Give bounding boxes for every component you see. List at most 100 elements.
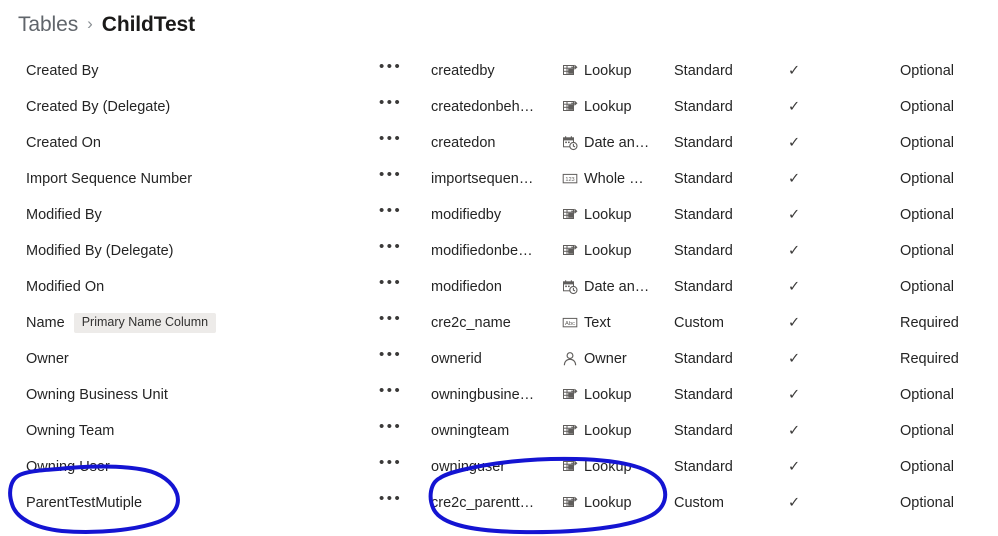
table-row[interactable]: ParentTestMutiple ••• cre2c_parentt… Lookup… [0,485,998,521]
cell-searchable-checkmark: ✓ [788,459,801,475]
svg-text:123: 123 [565,177,574,183]
row-more-actions-button[interactable]: ••• [379,419,400,439]
lookup-icon [562,243,578,259]
data-type-label: Lookup [584,207,632,223]
row-more-actions-button[interactable]: ••• [379,203,400,223]
column-display-name[interactable]: Owning User [26,459,110,475]
table-row[interactable]: Modified On ••• modifiedon Date an… Standard… [0,269,998,305]
column-display-name[interactable]: ParentTestMutiple [26,495,142,511]
cell-data-type: Lookup [562,495,632,511]
table-row[interactable]: Created By (Delegate) ••• createdonbeh… Loo… [0,89,998,125]
lookup-icon [562,459,578,475]
data-type-label: Lookup [584,423,632,439]
table-row[interactable]: Modified By (Delegate) ••• modifiedonbe… Lo… [0,233,998,269]
cell-data-type: Lookup [562,387,632,403]
cell-searchable-checkmark: ✓ [788,135,801,151]
cell-logical-name: modifiedby [431,207,502,223]
data-type-label: Text [584,315,611,331]
row-more-actions-button[interactable]: ••• [379,347,400,367]
cell-data-type: Owner [562,351,627,367]
table-columns-page: Tables › ChildTest Created By ••• createdb… [0,0,998,536]
row-more-actions-button[interactable]: ••• [379,491,400,511]
table-row[interactable]: Created By ••• createdby Lookup Standard ✓ Opt… [0,53,998,89]
cell-data-type: Lookup [562,243,632,259]
cell-requirement: Optional [900,99,955,115]
table-row[interactable]: Name Primary Name Column ••• cre2c_name Abc T… [0,305,998,341]
cell-display-name: Owning User [26,459,110,475]
column-display-name[interactable]: Owner [26,351,69,367]
cell-data-type: Lookup [562,423,632,439]
svg-text:Abc: Abc [565,321,575,327]
cell-searchable-checkmark: ✓ [788,315,801,331]
row-more-actions-button[interactable]: ••• [379,95,400,115]
cell-requirement: Optional [900,135,955,151]
table-row[interactable]: Import Sequence Number ••• importsequen… 12… [0,161,998,197]
breadcrumb-link-tables[interactable]: Tables [18,13,78,37]
row-more-actions-button[interactable]: ••• [379,131,400,151]
data-type-label: Lookup [584,63,632,79]
cell-data-type: Date an… [562,135,649,151]
column-display-name[interactable]: Modified On [26,279,104,295]
data-type-label: Lookup [584,243,632,259]
column-display-name[interactable]: Created By [26,63,99,79]
data-type-label: Owner [584,351,627,367]
cell-searchable-checkmark: ✓ [788,63,801,79]
cell-logical-name: owningteam [431,423,510,439]
cell-requirement: Required [900,315,959,331]
more-icon: ••• [379,130,403,147]
row-more-actions-button[interactable]: ••• [379,383,400,403]
table-row[interactable]: Modified By ••• modifiedby Lookup Standard ✓ O… [0,197,998,233]
cell-customization: Standard [674,351,733,367]
cell-data-type: Date an… [562,279,649,295]
table-row[interactable]: Owning Team ••• owningteam Lookup Standard ✓ O… [0,413,998,449]
cell-requirement: Optional [900,495,955,511]
row-more-actions-button[interactable]: ••• [379,455,400,475]
column-display-name[interactable]: Name [26,315,65,331]
cell-display-name: Modified By [26,207,102,223]
cell-display-name: Modified By (Delegate) [26,243,174,259]
column-display-name[interactable]: Owning Team [26,423,114,439]
column-display-name[interactable]: Import Sequence Number [26,171,192,187]
cell-requirement: Optional [900,459,955,475]
cell-customization: Custom [674,315,724,331]
lookup-icon [562,495,578,511]
column-display-name[interactable]: Modified By [26,207,102,223]
row-more-actions-button[interactable]: ••• [379,275,400,295]
column-display-name[interactable]: Created On [26,135,101,151]
data-type-label: Whole … [584,171,644,187]
cell-data-type: Lookup [562,99,632,115]
cell-logical-name: modifiedonbe… [431,243,533,259]
row-more-actions-button[interactable]: ••• [379,167,400,187]
more-icon: ••• [379,94,403,111]
data-type-label: Lookup [584,459,632,475]
table-row[interactable]: Owner ••• ownerid Owner Standard ✓ Required [0,341,998,377]
column-display-name[interactable]: Owning Business Unit [26,387,168,403]
lookup-icon [562,423,578,439]
cell-requirement: Optional [900,423,955,439]
cell-searchable-checkmark: ✓ [788,171,801,187]
cell-searchable-checkmark: ✓ [788,351,801,367]
more-icon: ••• [379,238,403,255]
more-icon: ••• [379,418,403,435]
table-row[interactable]: Created On ••• createdon Date an… Standard ✓ O… [0,125,998,161]
cell-customization: Standard [674,459,733,475]
column-display-name[interactable]: Created By (Delegate) [26,99,170,115]
table-row[interactable]: Owning Business Unit ••• owningbusine… Look… [0,377,998,413]
more-icon: ••• [379,490,403,507]
cell-display-name: Owning Business Unit [26,387,168,403]
row-more-actions-button[interactable]: ••• [379,59,400,79]
more-icon: ••• [379,382,403,399]
cell-customization: Standard [674,135,733,151]
whole-number-icon: 123 [562,171,578,187]
cell-logical-name: createdonbeh… [431,99,535,115]
row-more-actions-button[interactable]: ••• [379,311,400,331]
cell-customization: Custom [674,495,724,511]
data-type-label: Lookup [584,387,632,403]
cell-searchable-checkmark: ✓ [788,279,801,295]
row-more-actions-button[interactable]: ••• [379,239,400,259]
column-display-name[interactable]: Modified By (Delegate) [26,243,174,259]
cell-customization: Standard [674,63,733,79]
data-type-label: Lookup [584,99,632,115]
table-row[interactable]: Owning User ••• owninguser Lookup Standard ✓ O… [0,449,998,485]
cell-data-type: Lookup [562,207,632,223]
